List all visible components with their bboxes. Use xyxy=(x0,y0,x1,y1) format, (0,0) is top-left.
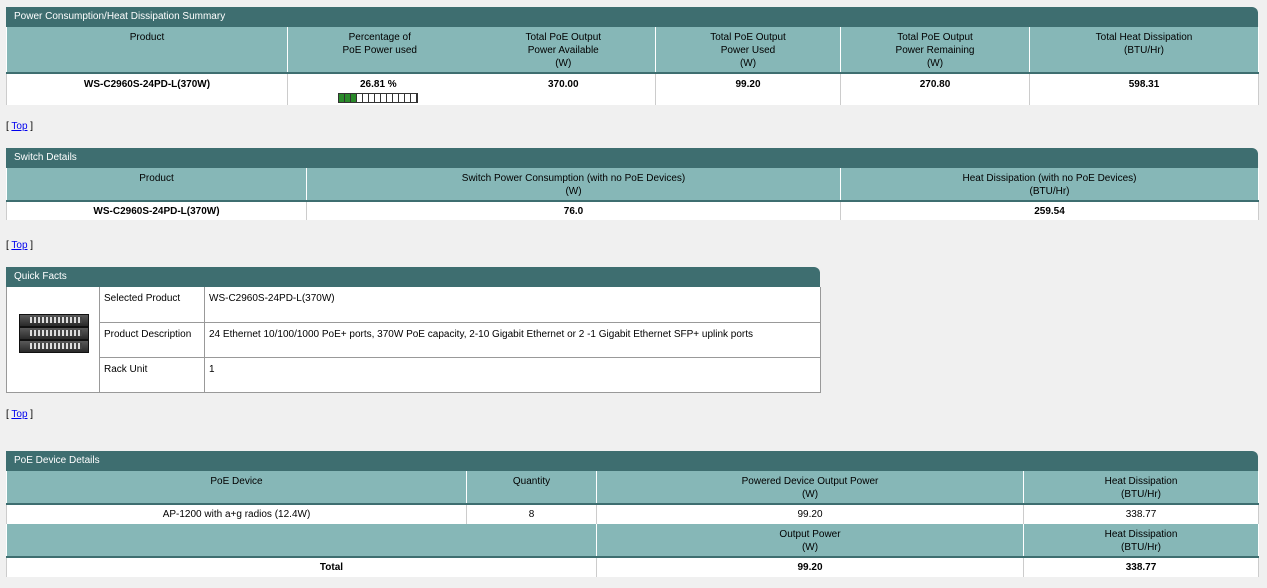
summary-product: WS-C2960S-24PD-L(370W) xyxy=(6,73,288,105)
switch-heat: 259.54 xyxy=(840,201,1259,220)
quick-facts-table: Selected Product WS-C2960S-24PD-L(370W) … xyxy=(6,287,821,393)
top-link-3: [ Top ] xyxy=(6,409,34,420)
header-heat-dissipation: Total Heat Dissipation (BTU/Hr) xyxy=(1029,27,1259,74)
power-summary-table: Product Percentage of PoE Power used Tot… xyxy=(6,27,1259,105)
poe-total-header-output: Output Power (W) xyxy=(596,524,1024,558)
poe-total-label: Total xyxy=(6,557,597,577)
poe-header-quantity: Quantity xyxy=(466,471,597,505)
top-link-1: [ Top ] xyxy=(6,121,34,132)
gauge-segment xyxy=(411,94,417,102)
table-row: AP-1200 with a+g radios (12.4W) 8 99.20 … xyxy=(6,504,1259,524)
header-product: Product xyxy=(6,27,288,74)
poe-header-heat: Heat Dissipation (BTU/Hr) xyxy=(1023,471,1259,505)
poe-header-device: PoE Device xyxy=(6,471,467,505)
poe-total-header-blank xyxy=(6,524,597,558)
summary-heat-dissipation: 598.31 xyxy=(1029,73,1259,105)
quick-facts-title: Quick Facts xyxy=(6,267,820,287)
quick-facts-panel: Quick Facts Selected Product WS-C2960S-2… xyxy=(6,267,821,393)
poe-device-name: AP-1200 with a+g radios (12.4W) xyxy=(6,504,467,524)
poe-usage-gauge xyxy=(338,93,418,103)
switch-header-product: Product xyxy=(6,168,307,202)
poe-total-output: 99.20 xyxy=(596,557,1024,577)
poe-header-output: Powered Device Output Power (W) xyxy=(596,471,1024,505)
switch-header-consumption: Switch Power Consumption (with no PoE De… xyxy=(306,168,841,202)
poe-device-quantity: 8 xyxy=(466,504,597,524)
power-summary-title: Power Consumption/Heat Dissipation Summa… xyxy=(6,7,1258,27)
switch-consumption: 76.0 xyxy=(306,201,841,220)
switch-product-image xyxy=(19,314,89,354)
header-power-remaining: Total PoE Output Power Remaining (W) xyxy=(840,27,1030,74)
poe-device-output: 99.20 xyxy=(596,504,1024,524)
top-link[interactable]: Top xyxy=(11,409,27,420)
poe-total-heat: 338.77 xyxy=(1023,557,1259,577)
poe-details-table: PoE Device Quantity Powered Device Outpu… xyxy=(6,471,1259,577)
header-power-available: Total PoE Output Power Available (W) xyxy=(471,27,656,74)
switch-details-table: Product Switch Power Consumption (with n… xyxy=(6,168,1259,220)
switch-details-title: Switch Details xyxy=(6,148,1258,168)
poe-total-header-heat: Heat Dissipation (BTU/Hr) xyxy=(1023,524,1259,558)
poe-details-panel: PoE Device Details PoE Device Quantity P… xyxy=(6,451,1259,577)
top-link-2: [ Top ] xyxy=(6,240,34,251)
poe-device-heat: 338.77 xyxy=(1023,504,1259,524)
top-link[interactable]: Top xyxy=(11,121,27,132)
switch-details-panel: Switch Details Product Switch Power Cons… xyxy=(6,148,1259,220)
product-image-cell xyxy=(6,287,100,393)
switch-product: WS-C2960S-24PD-L(370W) xyxy=(6,201,307,220)
summary-power-used: 99.20 xyxy=(655,73,841,105)
header-percentage: Percentage of PoE Power used xyxy=(287,27,472,74)
top-link[interactable]: Top xyxy=(11,240,27,251)
summary-power-remaining: 270.80 xyxy=(840,73,1030,105)
poe-details-title: PoE Device Details xyxy=(6,451,1258,471)
fact-value-selected-product: WS-C2960S-24PD-L(370W) xyxy=(204,287,821,323)
fact-label-rack-unit: Rack Unit xyxy=(99,357,205,393)
header-power-used: Total PoE Output Power Used (W) xyxy=(655,27,841,74)
fact-label-selected-product: Selected Product xyxy=(99,287,205,323)
power-summary-panel: Power Consumption/Heat Dissipation Summa… xyxy=(6,7,1259,105)
fact-value-description: 24 Ethernet 10/100/1000 PoE+ ports, 370W… xyxy=(204,322,821,358)
fact-value-rack-unit: 1 xyxy=(204,357,821,393)
summary-power-available: 370.00 xyxy=(471,73,656,105)
fact-label-description: Product Description xyxy=(99,322,205,358)
summary-percentage: 26.81 % xyxy=(287,73,472,105)
switch-header-heat: Heat Dissipation (with no PoE Devices) (… xyxy=(840,168,1259,202)
